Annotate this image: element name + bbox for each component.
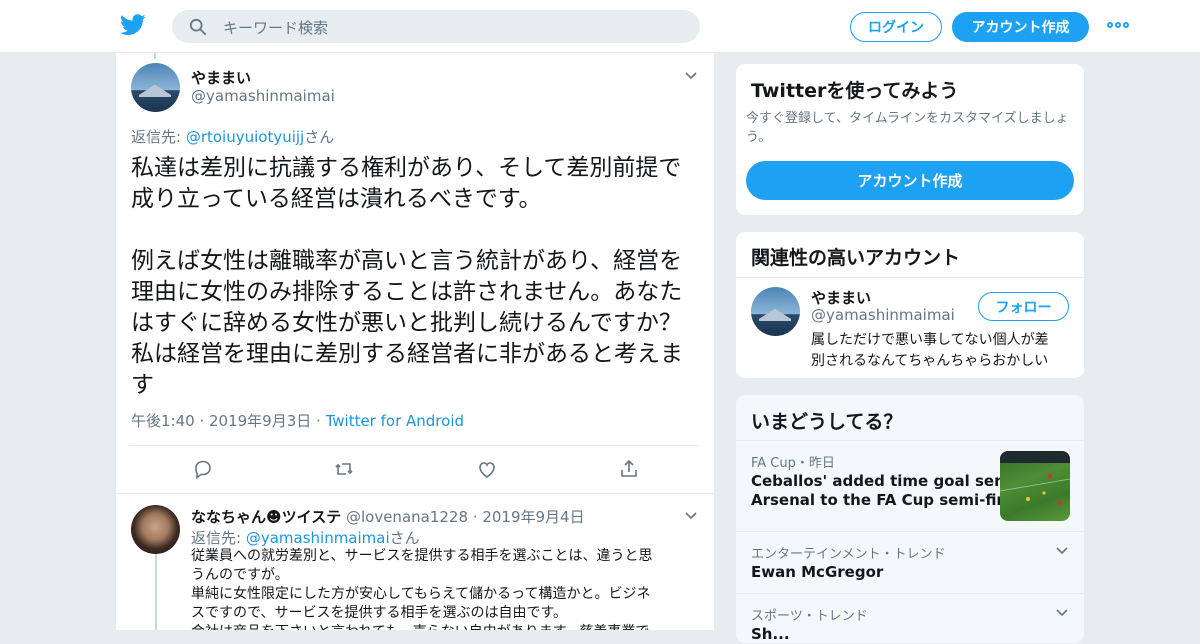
- chevron-down-icon[interactable]: [685, 512, 697, 520]
- tweet-time[interactable]: 午後1:40: [131, 412, 195, 430]
- divider: [736, 277, 1084, 278]
- chevron-down-icon[interactable]: [1056, 609, 1068, 617]
- search-box[interactable]: キーワード検索: [172, 10, 700, 43]
- retweet-icon[interactable]: [333, 458, 355, 480]
- trend-category: エンターテインメント・トレンド: [751, 547, 946, 562]
- trend-category: FA Cup・昨日: [751, 456, 835, 471]
- reply-text: 従業員への就労差別と、サービスを提供する相手を選ぶことは、違うと思 うんのですが…: [191, 548, 653, 630]
- search-input[interactable]: キーワード検索: [223, 17, 328, 38]
- reply-author-name[interactable]: ななちゃん☻ツイステ: [191, 508, 341, 526]
- reply-suffix: さん: [389, 529, 420, 547]
- tweet-source[interactable]: Twitter for Android: [326, 412, 464, 430]
- tweet-author-name[interactable]: やままい: [191, 67, 251, 88]
- tweet-author-handle[interactable]: @yamashinmaimai: [191, 87, 335, 105]
- reply-date[interactable]: 2019年9月4日: [482, 508, 584, 526]
- thread-line: [155, 554, 157, 630]
- trends-card: いまどうしてる？ FA Cup・昨日 Ceballos' added time …: [735, 394, 1085, 644]
- reply-author-handle[interactable]: @lovenana1228: [346, 508, 468, 526]
- tweet-text: 私達は差別に抗議する権利があり、そして差別前提で 成り立っている経営は潰れるべき…: [131, 155, 683, 398]
- tweet-actions: [116, 458, 714, 488]
- avatar[interactable]: [131, 505, 180, 554]
- top-navigation-bar: キーワード検索 ログイン アカウント作成: [0, 0, 1200, 53]
- search-icon: [189, 18, 207, 36]
- reply-header: ななちゃん☻ツイステ @lovenana1228 · 2019年9月4日: [191, 508, 585, 526]
- chevron-down-icon[interactable]: [1056, 547, 1068, 555]
- avatar[interactable]: [751, 287, 800, 336]
- share-icon[interactable]: [618, 458, 640, 480]
- reply-tweet[interactable]: ななちゃん☻ツイステ @lovenana1228 · 2019年9月4日 返信先…: [116, 494, 714, 630]
- avatar[interactable]: [131, 63, 180, 112]
- reply-icon[interactable]: [192, 458, 214, 480]
- soccer-field-image: [1000, 451, 1070, 505]
- trend-item[interactable]: FA Cup・昨日 Ceballos' added time goal send…: [736, 440, 1084, 531]
- signup-card-subtitle: 今すぐ登録して、タイムラインをカスタマイズしましょ う。: [746, 111, 1069, 145]
- signup-button[interactable]: アカウント作成: [952, 12, 1089, 42]
- mountain-icon: [139, 85, 171, 97]
- reply-target-link[interactable]: @rtoiuyuiotyuijj: [186, 128, 304, 146]
- tweet-metadata: 午後1:40 · 2019年9月3日 · Twitter for Android: [131, 412, 465, 430]
- signup-card: Twitterを使ってみよう 今すぐ登録して、タイムラインをカスタマイズしましょ…: [735, 63, 1085, 216]
- trend-title: Ewan McGregor: [751, 563, 884, 581]
- follow-button[interactable]: フォロー: [978, 292, 1069, 321]
- tweet-date[interactable]: 2019年9月3日: [209, 412, 311, 430]
- thread-line: [154, 53, 156, 59]
- related-accounts-title: 関連性の高いアカウント: [751, 247, 961, 269]
- main-timeline: やままい @yamashinmaimai 返信先: @rtoiuyuiotyui…: [115, 53, 715, 630]
- related-account-bio: 属しただけで悪い事してない個人が差 別されるなんてちゃんちゃらおかしい: [811, 332, 1049, 369]
- reply-prefix: 返信先:: [131, 128, 186, 146]
- more-options-icon[interactable]: [1107, 22, 1129, 30]
- trend-thumbnail[interactable]: [1000, 451, 1070, 521]
- twitter-bird-icon[interactable]: [120, 14, 146, 36]
- trend-title: Sh...: [751, 625, 790, 643]
- chevron-down-icon[interactable]: [685, 72, 697, 80]
- heart-icon[interactable]: [476, 458, 498, 480]
- trend-category: スポーツ・トレンド: [751, 609, 868, 624]
- signup-card-title: Twitterを使ってみよう: [751, 80, 959, 102]
- reply-prefix: 返信先:: [191, 529, 246, 547]
- related-account-name[interactable]: やままい: [811, 287, 871, 308]
- reply-suffix: さん: [304, 128, 335, 146]
- signup-card-button[interactable]: アカウント作成: [746, 161, 1074, 200]
- trend-title: Ceballos' added time goal sends Arsenal …: [751, 472, 1032, 509]
- trend-item[interactable]: エンターテインメント・トレンド Ewan McGregor: [736, 531, 1084, 593]
- related-accounts-card: 関連性の高いアカウント やままい @yamashinmaimai フォロー 属し…: [735, 231, 1085, 379]
- related-account-handle[interactable]: @yamashinmaimai: [811, 306, 955, 324]
- login-button[interactable]: ログイン: [850, 12, 942, 42]
- reply-target-link[interactable]: @yamashinmaimai: [246, 529, 390, 547]
- trends-title: いまどうしてる？: [751, 411, 903, 433]
- divider: [129, 445, 699, 446]
- trend-item[interactable]: スポーツ・トレンド Sh...: [736, 593, 1084, 643]
- mountain-icon: [759, 309, 791, 321]
- reply-to-line: 返信先: @rtoiuyuiotyuijjさん: [131, 126, 334, 147]
- reply-to-line: 返信先: @yamashinmaimaiさん: [191, 527, 420, 548]
